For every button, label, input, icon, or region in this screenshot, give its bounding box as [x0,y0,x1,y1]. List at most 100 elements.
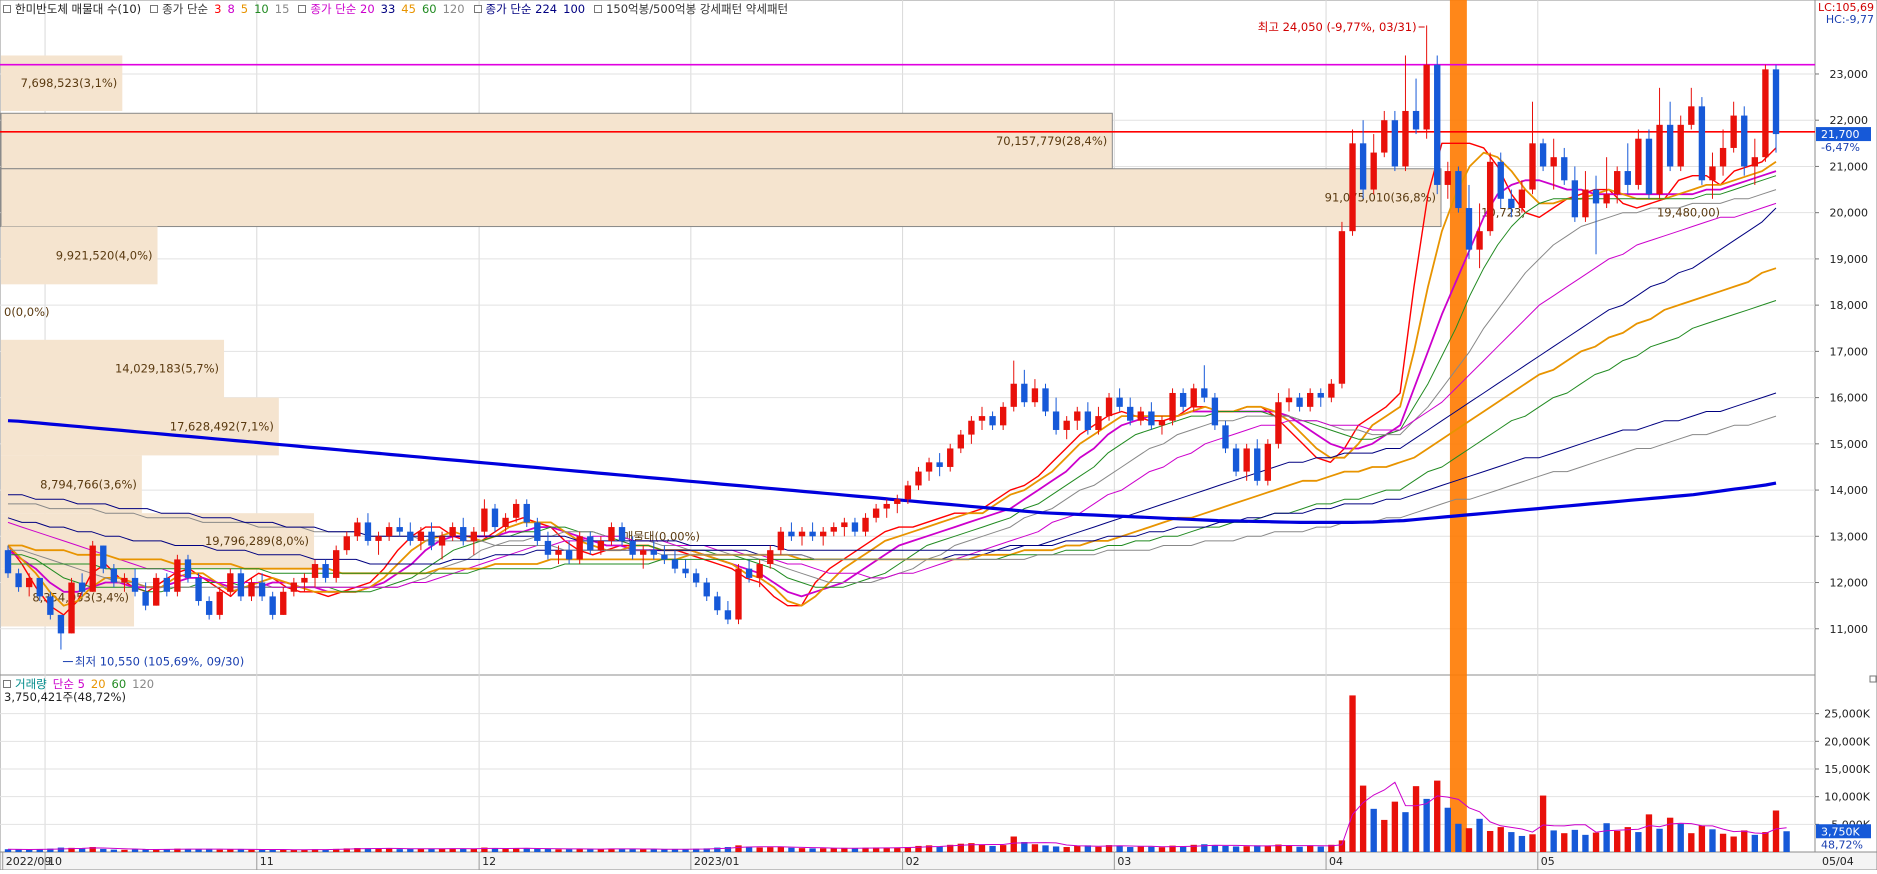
candle-body [1645,138,1653,195]
volume-profile-label: 70,157,779(28,4%) [996,134,1107,148]
volume-bar [1624,827,1631,852]
candle-body [1127,406,1134,421]
candle-body [364,522,372,541]
candle-body [1158,420,1166,426]
candle-body [767,550,774,565]
price-axis-label: 16,000 [1830,392,1869,405]
candle-body [1190,388,1197,407]
candle-body [396,527,403,532]
legend-toggle-box[interactable] [298,5,307,13]
legend-item: 3 [214,2,222,16]
candle-body [1232,448,1240,472]
volume-bar [883,847,890,852]
volume-bar [1465,828,1473,852]
candle-body [640,550,647,555]
candle-body [1476,231,1483,250]
candle-body [724,610,732,620]
candle-body [1486,161,1494,232]
date-axis-label: 11 [260,855,274,868]
candle-body [1635,138,1642,185]
highlight-day-bar [1449,0,1467,852]
candle-body [4,550,12,574]
candle-body [565,550,573,560]
legend-toggle-box[interactable] [473,5,482,13]
volume-bar [1074,845,1081,852]
volume-bar [1518,835,1526,852]
price-axis-label: 23,000 [1830,68,1869,81]
volume-bar [1307,845,1314,852]
legend-item: 15 [274,2,290,16]
volume-bar [820,848,827,852]
candle-body [417,531,425,541]
candle-body [1677,124,1684,167]
price-axis-label: 22,000 [1830,114,1869,127]
candle-body [1317,392,1324,398]
volume-bar [1719,833,1727,852]
volume-bar [1508,832,1515,852]
candle-body [777,531,785,551]
candle-body [481,508,488,532]
legend-item: 60 [421,2,437,16]
volume-bar [587,849,594,852]
legend-toggle-box[interactable] [594,5,603,13]
date-axis-label: 05 [1541,855,1555,868]
volume-bar [1772,810,1780,852]
price-axis-label: 14,000 [1830,484,1869,497]
candle-body [883,503,890,509]
candle-body [1698,106,1706,181]
volume-bar [544,848,552,852]
volume-bar [1666,817,1674,852]
volume-bar [1423,798,1430,852]
volume-bar [1317,846,1324,852]
volume-bar [1137,846,1144,852]
legend-toggle-box[interactable] [3,680,11,688]
legend-item: 종가 단순 20 [310,2,375,16]
volume-bar [1338,840,1346,852]
volume-profile-label: 91,075,010(36,8%) [1325,191,1436,205]
volume-bar [1010,836,1017,852]
volume-bar [523,848,530,852]
candle-body [354,522,361,537]
volume-bar [1709,829,1716,852]
price-axis-label: 19,000 [1830,253,1869,266]
candle-body [1211,397,1219,426]
candle-body [227,573,234,592]
candle-body [1074,411,1081,421]
candle-body [1105,397,1113,417]
volume-bar [851,848,859,852]
legend-item: 종가 단순 [162,2,209,16]
candle-body [1571,180,1579,218]
candle-body [280,591,287,615]
candle-body [1614,171,1621,195]
candle-body [184,559,192,578]
candle-body [1179,392,1187,407]
candle-body [587,536,594,551]
volume-bar [650,849,657,852]
candle-body [470,531,477,541]
candle-body [925,462,933,472]
candle-body [851,522,859,532]
candle-body [142,591,149,606]
candle-body [1561,157,1568,181]
legend-toggle-box[interactable] [3,5,11,13]
legend-toggle-box[interactable] [150,5,159,13]
price-axis-label: 12,000 [1830,577,1869,590]
candle-body [385,527,393,537]
candle-body [36,577,43,597]
volume-bar [830,848,837,852]
hc-label: HC:-9,77 [1826,13,1874,26]
candle-body [163,577,170,592]
candle-body [1751,157,1759,167]
candle-body [1772,69,1780,135]
volume-bar [1698,825,1706,852]
volume-bar [248,849,255,852]
volume-bar [1486,830,1494,852]
candle-body [216,591,223,615]
candle-body [491,508,499,528]
candle-body [1465,208,1473,250]
price-axis-label: 11,000 [1830,623,1869,636]
candle-body [1529,143,1536,190]
candle-body [1582,189,1589,218]
legend-item: 120 [132,677,155,691]
volume-bar [1031,844,1039,852]
